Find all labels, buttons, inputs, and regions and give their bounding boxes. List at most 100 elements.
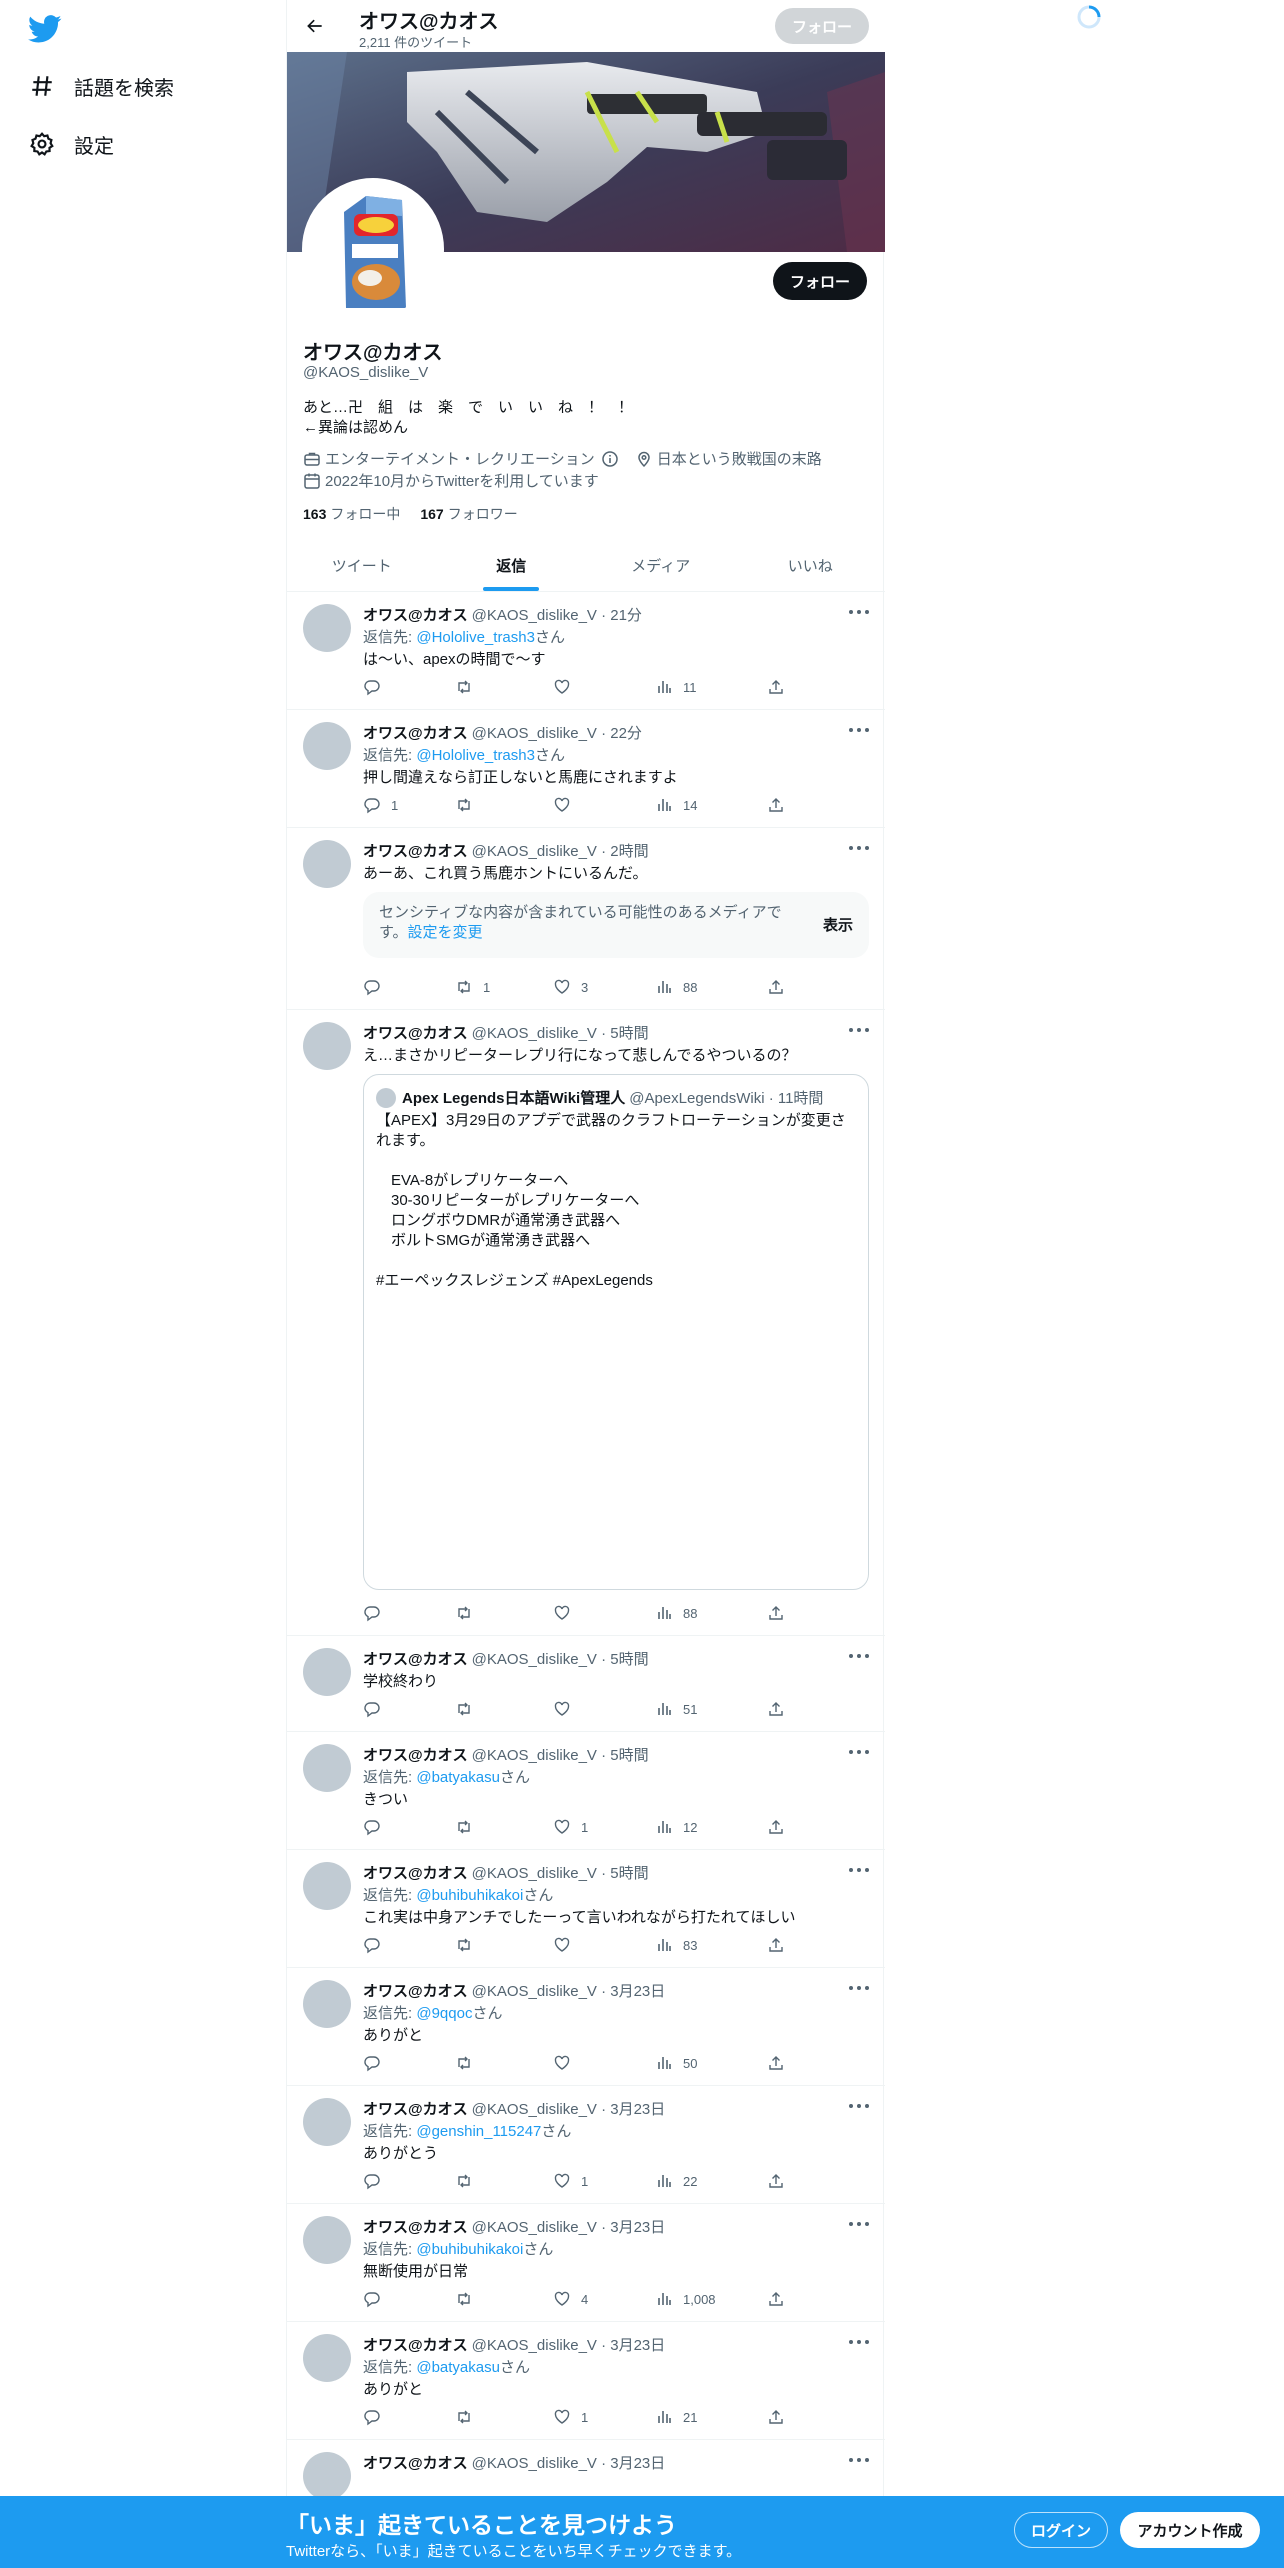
more-options-icon[interactable] [849, 604, 869, 620]
info-icon[interactable] [601, 450, 619, 468]
like-button[interactable] [553, 676, 581, 698]
tweet-avatar[interactable] [303, 1980, 351, 2028]
share-button[interactable] [767, 2406, 785, 2428]
reply-mention[interactable]: @genshin_115247 [416, 2123, 541, 2140]
tweet[interactable]: オワス@カオス @KAOS_dislike_V · 2時間 あーあ、これ買う馬鹿ホン… [287, 828, 885, 1010]
more-options-icon[interactable] [849, 1648, 869, 1664]
retweet-button[interactable] [455, 2288, 483, 2310]
tweet-author-name[interactable]: オワス@カオス [363, 2455, 468, 2472]
tweet[interactable]: オワス@カオス @KAOS_dislike_V · 3月23日 返信先: @9qqo… [287, 1968, 885, 2086]
tweet-avatar[interactable] [303, 1744, 351, 1792]
retweet-button[interactable] [455, 794, 483, 816]
retweet-button[interactable] [455, 1816, 483, 1838]
tweet-author-name[interactable]: オワス@カオス [363, 1025, 468, 1042]
views-button[interactable]: 88 [655, 976, 697, 998]
like-button[interactable] [553, 794, 581, 816]
tweet[interactable]: オワス@カオス @KAOS_dislike_V · 22分 返信先: @Hololi… [287, 710, 885, 828]
more-options-icon[interactable] [849, 1744, 869, 1760]
tab-2[interactable]: メディア [586, 540, 736, 591]
tweet-author-name[interactable]: オワス@カオス [363, 2337, 468, 2354]
back-arrow-icon[interactable] [301, 12, 329, 40]
signup-button[interactable]: アカウント作成 [1120, 2512, 1260, 2548]
like-button[interactable]: 1 [553, 2406, 588, 2428]
tweet[interactable]: オワス@カオス @KAOS_dislike_V · 21分 返信先: @Hololi… [287, 592, 885, 710]
show-media-button[interactable]: 表示 [823, 914, 853, 935]
share-button[interactable] [767, 676, 785, 698]
tweet[interactable]: オワス@カオス @KAOS_dislike_V · 3月23日 返信先: @baty… [287, 2322, 885, 2440]
tweet[interactable]: オワス@カオス @KAOS_dislike_V · 5時間 え…まさかリピーターレプ… [287, 1010, 885, 1636]
share-button[interactable] [767, 2170, 785, 2192]
tweet-author-name[interactable]: オワス@カオス [363, 607, 468, 624]
sidebar-item-settings[interactable]: 設定 [28, 124, 114, 164]
retweet-button[interactable] [455, 676, 483, 698]
tweet[interactable]: オワス@カオス @KAOS_dislike_V · 5時間 学校終わり 51 [287, 1636, 885, 1732]
retweet-button[interactable]: 1 [455, 976, 490, 998]
share-button[interactable] [767, 1934, 785, 1956]
tweet-avatar[interactable] [303, 1022, 351, 1070]
tab-1[interactable]: 返信 [437, 540, 587, 591]
reply-button[interactable] [363, 2170, 391, 2192]
more-options-icon[interactable] [849, 1022, 869, 1038]
tweet[interactable]: オワス@カオス @KAOS_dislike_V · 3月23日 返信先: @buhi… [287, 2204, 885, 2322]
reply-button[interactable]: 1 [363, 794, 398, 816]
tab-3[interactable]: いいね [736, 540, 886, 591]
reply-mention[interactable]: @batyakasu [416, 1769, 500, 1786]
like-button[interactable] [553, 1602, 581, 1624]
retweet-button[interactable] [455, 1934, 483, 1956]
reply-button[interactable] [363, 2288, 391, 2310]
views-button[interactable]: 21 [655, 2406, 697, 2428]
views-button[interactable]: 88 [655, 1602, 697, 1624]
views-button[interactable]: 14 [655, 794, 697, 816]
retweet-button[interactable] [455, 2406, 483, 2428]
change-settings-link[interactable]: 設定を変更 [408, 924, 483, 941]
views-button[interactable]: 50 [655, 2052, 697, 2074]
more-options-icon[interactable] [849, 2452, 869, 2468]
profile-avatar[interactable] [302, 178, 444, 320]
tweet-author-name[interactable]: オワス@カオス [363, 2101, 468, 2118]
following-link[interactable]: 163 フォロー中 [303, 504, 400, 524]
views-button[interactable]: 22 [655, 2170, 697, 2192]
reply-button[interactable] [363, 1698, 391, 1720]
share-button[interactable] [767, 976, 785, 998]
tweet-avatar[interactable] [303, 2216, 351, 2264]
like-button[interactable] [553, 2052, 581, 2074]
tab-0[interactable]: ツイート [287, 540, 437, 591]
tweet-avatar[interactable] [303, 840, 351, 888]
tweet-author-name[interactable]: オワス@カオス [363, 1747, 468, 1764]
more-options-icon[interactable] [849, 2098, 869, 2114]
reply-mention[interactable]: @buhibuhikakoi [416, 1887, 523, 1904]
retweet-button[interactable] [455, 2052, 483, 2074]
tweet-author-name[interactable]: オワス@カオス [363, 725, 468, 742]
like-button[interactable]: 1 [553, 1816, 588, 1838]
quoted-tweet[interactable]: Apex Legends日本語Wiki管理人 @ApexLegendsWiki ·… [363, 1074, 869, 1590]
more-options-icon[interactable] [849, 1980, 869, 1996]
reply-mention[interactable]: @9qqoc [416, 2005, 472, 2022]
reply-button[interactable] [363, 976, 391, 998]
tweet[interactable]: オワス@カオス @KAOS_dislike_V · 3月23日 [287, 2440, 885, 2500]
tweet-avatar[interactable] [303, 722, 351, 770]
reply-mention[interactable]: @Hololive_trash3 [416, 747, 535, 764]
more-options-icon[interactable] [849, 722, 869, 738]
tweet-author-name[interactable]: オワス@カオス [363, 2219, 468, 2236]
reply-mention[interactable]: @buhibuhikakoi [416, 2241, 523, 2258]
views-button[interactable]: 51 [655, 1698, 697, 1720]
share-button[interactable] [767, 1816, 785, 1838]
tweet-avatar[interactable] [303, 1862, 351, 1910]
reply-mention[interactable]: @Hololive_trash3 [416, 629, 535, 646]
sidebar-item-explore[interactable]: 話題を検索 [28, 66, 174, 106]
views-button[interactable]: 11 [655, 676, 697, 698]
reply-button[interactable] [363, 1934, 391, 1956]
header-follow-button[interactable]: フォロー [775, 8, 869, 44]
tweet-author-name[interactable]: オワス@カオス [363, 843, 468, 860]
twitter-bird-icon[interactable] [28, 12, 62, 46]
share-button[interactable] [767, 2288, 785, 2310]
retweet-button[interactable] [455, 1602, 483, 1624]
views-button[interactable]: 12 [655, 1816, 697, 1838]
reply-button[interactable] [363, 2406, 391, 2428]
tweet-avatar[interactable] [303, 2452, 351, 2500]
retweet-button[interactable] [455, 2170, 483, 2192]
like-button[interactable] [553, 1698, 581, 1720]
views-button[interactable]: 83 [655, 1934, 697, 1956]
tweet-avatar[interactable] [303, 2334, 351, 2382]
tweet[interactable]: オワス@カオス @KAOS_dislike_V · 5時間 返信先: @batyak… [287, 1732, 885, 1850]
